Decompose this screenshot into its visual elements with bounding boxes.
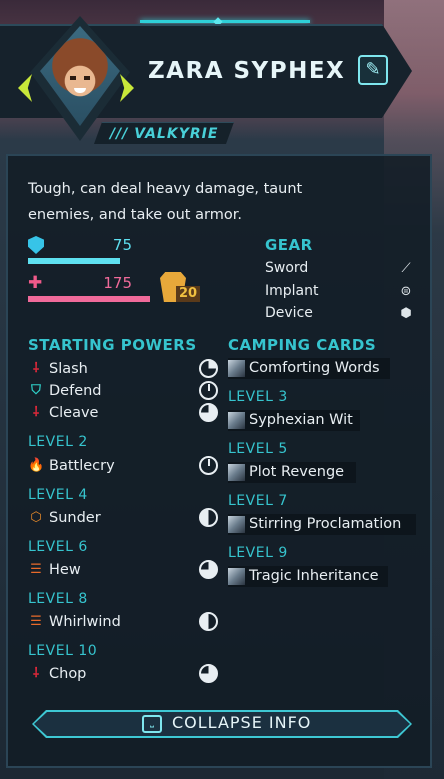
power-hew[interactable]: ☰ Hew bbox=[28, 560, 218, 580]
power-name: Defend bbox=[49, 383, 102, 399]
camping-card-tragic-inheritance[interactable]: Tragic Inheritance bbox=[228, 566, 388, 587]
card-thumbnail bbox=[228, 412, 245, 429]
defend-icon: ⛉ bbox=[31, 383, 41, 398]
shield-bar bbox=[28, 258, 120, 264]
cost-three-quarter-icon bbox=[199, 403, 218, 422]
level-label: LEVEL 6 bbox=[28, 539, 88, 555]
gear-item-label: Sword bbox=[265, 260, 309, 276]
health-cross-icon: ✚ bbox=[28, 273, 43, 293]
armor-value: 20 bbox=[176, 286, 201, 302]
starting-powers-title: STARTING POWERS bbox=[28, 336, 197, 354]
portrait-frame bbox=[10, 16, 134, 141]
gear-item-sword: Sword ⟋ bbox=[265, 260, 415, 276]
card-name: Syphexian Wit bbox=[249, 412, 353, 428]
power-battlecry[interactable]: 🔥 Battlecry bbox=[28, 456, 218, 476]
level-label: LEVEL 8 bbox=[28, 591, 88, 607]
edit-icon: ✎ bbox=[365, 59, 381, 80]
health-bar bbox=[28, 296, 150, 302]
shield-stat: 75 bbox=[28, 236, 152, 266]
health-stat: ✚ 175 bbox=[28, 274, 152, 304]
chop-icon: ⸸ bbox=[32, 666, 40, 681]
cost-half-icon bbox=[199, 508, 218, 527]
character-name: ZARA SYPHEX bbox=[148, 58, 346, 84]
edit-button[interactable]: ✎ bbox=[358, 55, 388, 85]
sword-icon: ⟋ bbox=[401, 261, 411, 276]
level-label: LEVEL 4 bbox=[28, 487, 88, 503]
cost-three-quarter-icon bbox=[199, 664, 218, 683]
cleave-icon: ⸸ bbox=[32, 405, 40, 420]
camping-card-plot-revenge[interactable]: Plot Revenge bbox=[228, 462, 356, 483]
level-label: LEVEL 9 bbox=[228, 545, 288, 561]
card-name: Tragic Inheritance bbox=[249, 568, 379, 584]
power-name: Slash bbox=[49, 361, 88, 377]
previous-character-chevron-icon[interactable] bbox=[18, 74, 32, 102]
sunder-icon: ⬡ bbox=[30, 510, 42, 525]
level-label: LEVEL 5 bbox=[228, 441, 288, 457]
card-thumbnail bbox=[228, 568, 245, 585]
class-tag: /// VALKYRIE bbox=[94, 122, 234, 144]
cost-half-icon bbox=[199, 612, 218, 631]
power-name: Chop bbox=[49, 666, 87, 682]
spacebar-key-icon: ⎵ bbox=[142, 715, 162, 733]
power-chop[interactable]: ⸸ Chop bbox=[28, 664, 218, 684]
whirlwind-icon: ☰ bbox=[30, 614, 42, 629]
cost-quarter-icon bbox=[199, 359, 218, 378]
power-name: Sunder bbox=[49, 510, 101, 526]
gear-item-device: Device ⬢ bbox=[265, 305, 415, 321]
cost-three-quarter-icon bbox=[199, 560, 218, 579]
gear-title: GEAR bbox=[265, 236, 313, 254]
collapse-info-label[interactable]: COLLAPSE INFO bbox=[172, 713, 311, 732]
power-slash[interactable]: ⸸ Slash bbox=[28, 359, 218, 379]
gear-item-implant: Implant ⊜ bbox=[265, 283, 415, 299]
power-name: Hew bbox=[49, 562, 81, 578]
character-description: Tough, can deal heavy damage, taunt enem… bbox=[28, 181, 303, 223]
power-whirlwind[interactable]: ☰ Whirlwind bbox=[28, 612, 218, 632]
health-value: 175 bbox=[103, 274, 132, 292]
device-icon: ⬢ bbox=[400, 306, 412, 321]
hew-icon: ☰ bbox=[30, 562, 42, 577]
power-sunder[interactable]: ⬡ Sunder bbox=[28, 508, 218, 528]
power-cleave[interactable]: ⸸ Cleave bbox=[28, 403, 218, 423]
power-name: Whirlwind bbox=[49, 614, 121, 630]
camping-card-comforting-words[interactable]: Comforting Words bbox=[228, 358, 390, 379]
power-name: Battlecry bbox=[49, 458, 115, 474]
power-defend[interactable]: ⛉ Defend bbox=[28, 381, 218, 401]
card-thumbnail bbox=[228, 360, 245, 377]
level-label: LEVEL 3 bbox=[228, 389, 288, 405]
gear-item-label: Device bbox=[265, 305, 313, 321]
level-label: LEVEL 7 bbox=[228, 493, 288, 509]
armor-badge: 20 bbox=[160, 272, 202, 306]
level-label: LEVEL 2 bbox=[28, 434, 88, 450]
card-name: Comforting Words bbox=[249, 360, 380, 376]
card-name: Plot Revenge bbox=[249, 464, 345, 480]
slash-icon: ⸸ bbox=[32, 361, 40, 376]
card-thumbnail bbox=[228, 516, 245, 533]
implant-icon: ⊜ bbox=[400, 284, 412, 299]
shield-icon bbox=[28, 236, 44, 254]
card-name: Stirring Proclamation bbox=[249, 516, 402, 532]
battlecry-icon: 🔥 bbox=[28, 458, 45, 473]
power-name: Cleave bbox=[49, 405, 99, 421]
cost-zero-icon bbox=[199, 381, 218, 400]
camping-card-stirring-proclamation[interactable]: Stirring Proclamation bbox=[228, 514, 416, 535]
card-thumbnail bbox=[228, 464, 245, 481]
level-label: LEVEL 10 bbox=[28, 643, 98, 659]
camping-card-syphexian-wit[interactable]: Syphexian Wit bbox=[228, 410, 360, 431]
gear-item-label: Implant bbox=[265, 283, 319, 299]
cost-zero-icon bbox=[199, 456, 218, 475]
character-portrait bbox=[40, 26, 120, 126]
shield-value: 75 bbox=[112, 236, 132, 254]
camping-cards-title: CAMPING CARDS bbox=[228, 336, 377, 354]
